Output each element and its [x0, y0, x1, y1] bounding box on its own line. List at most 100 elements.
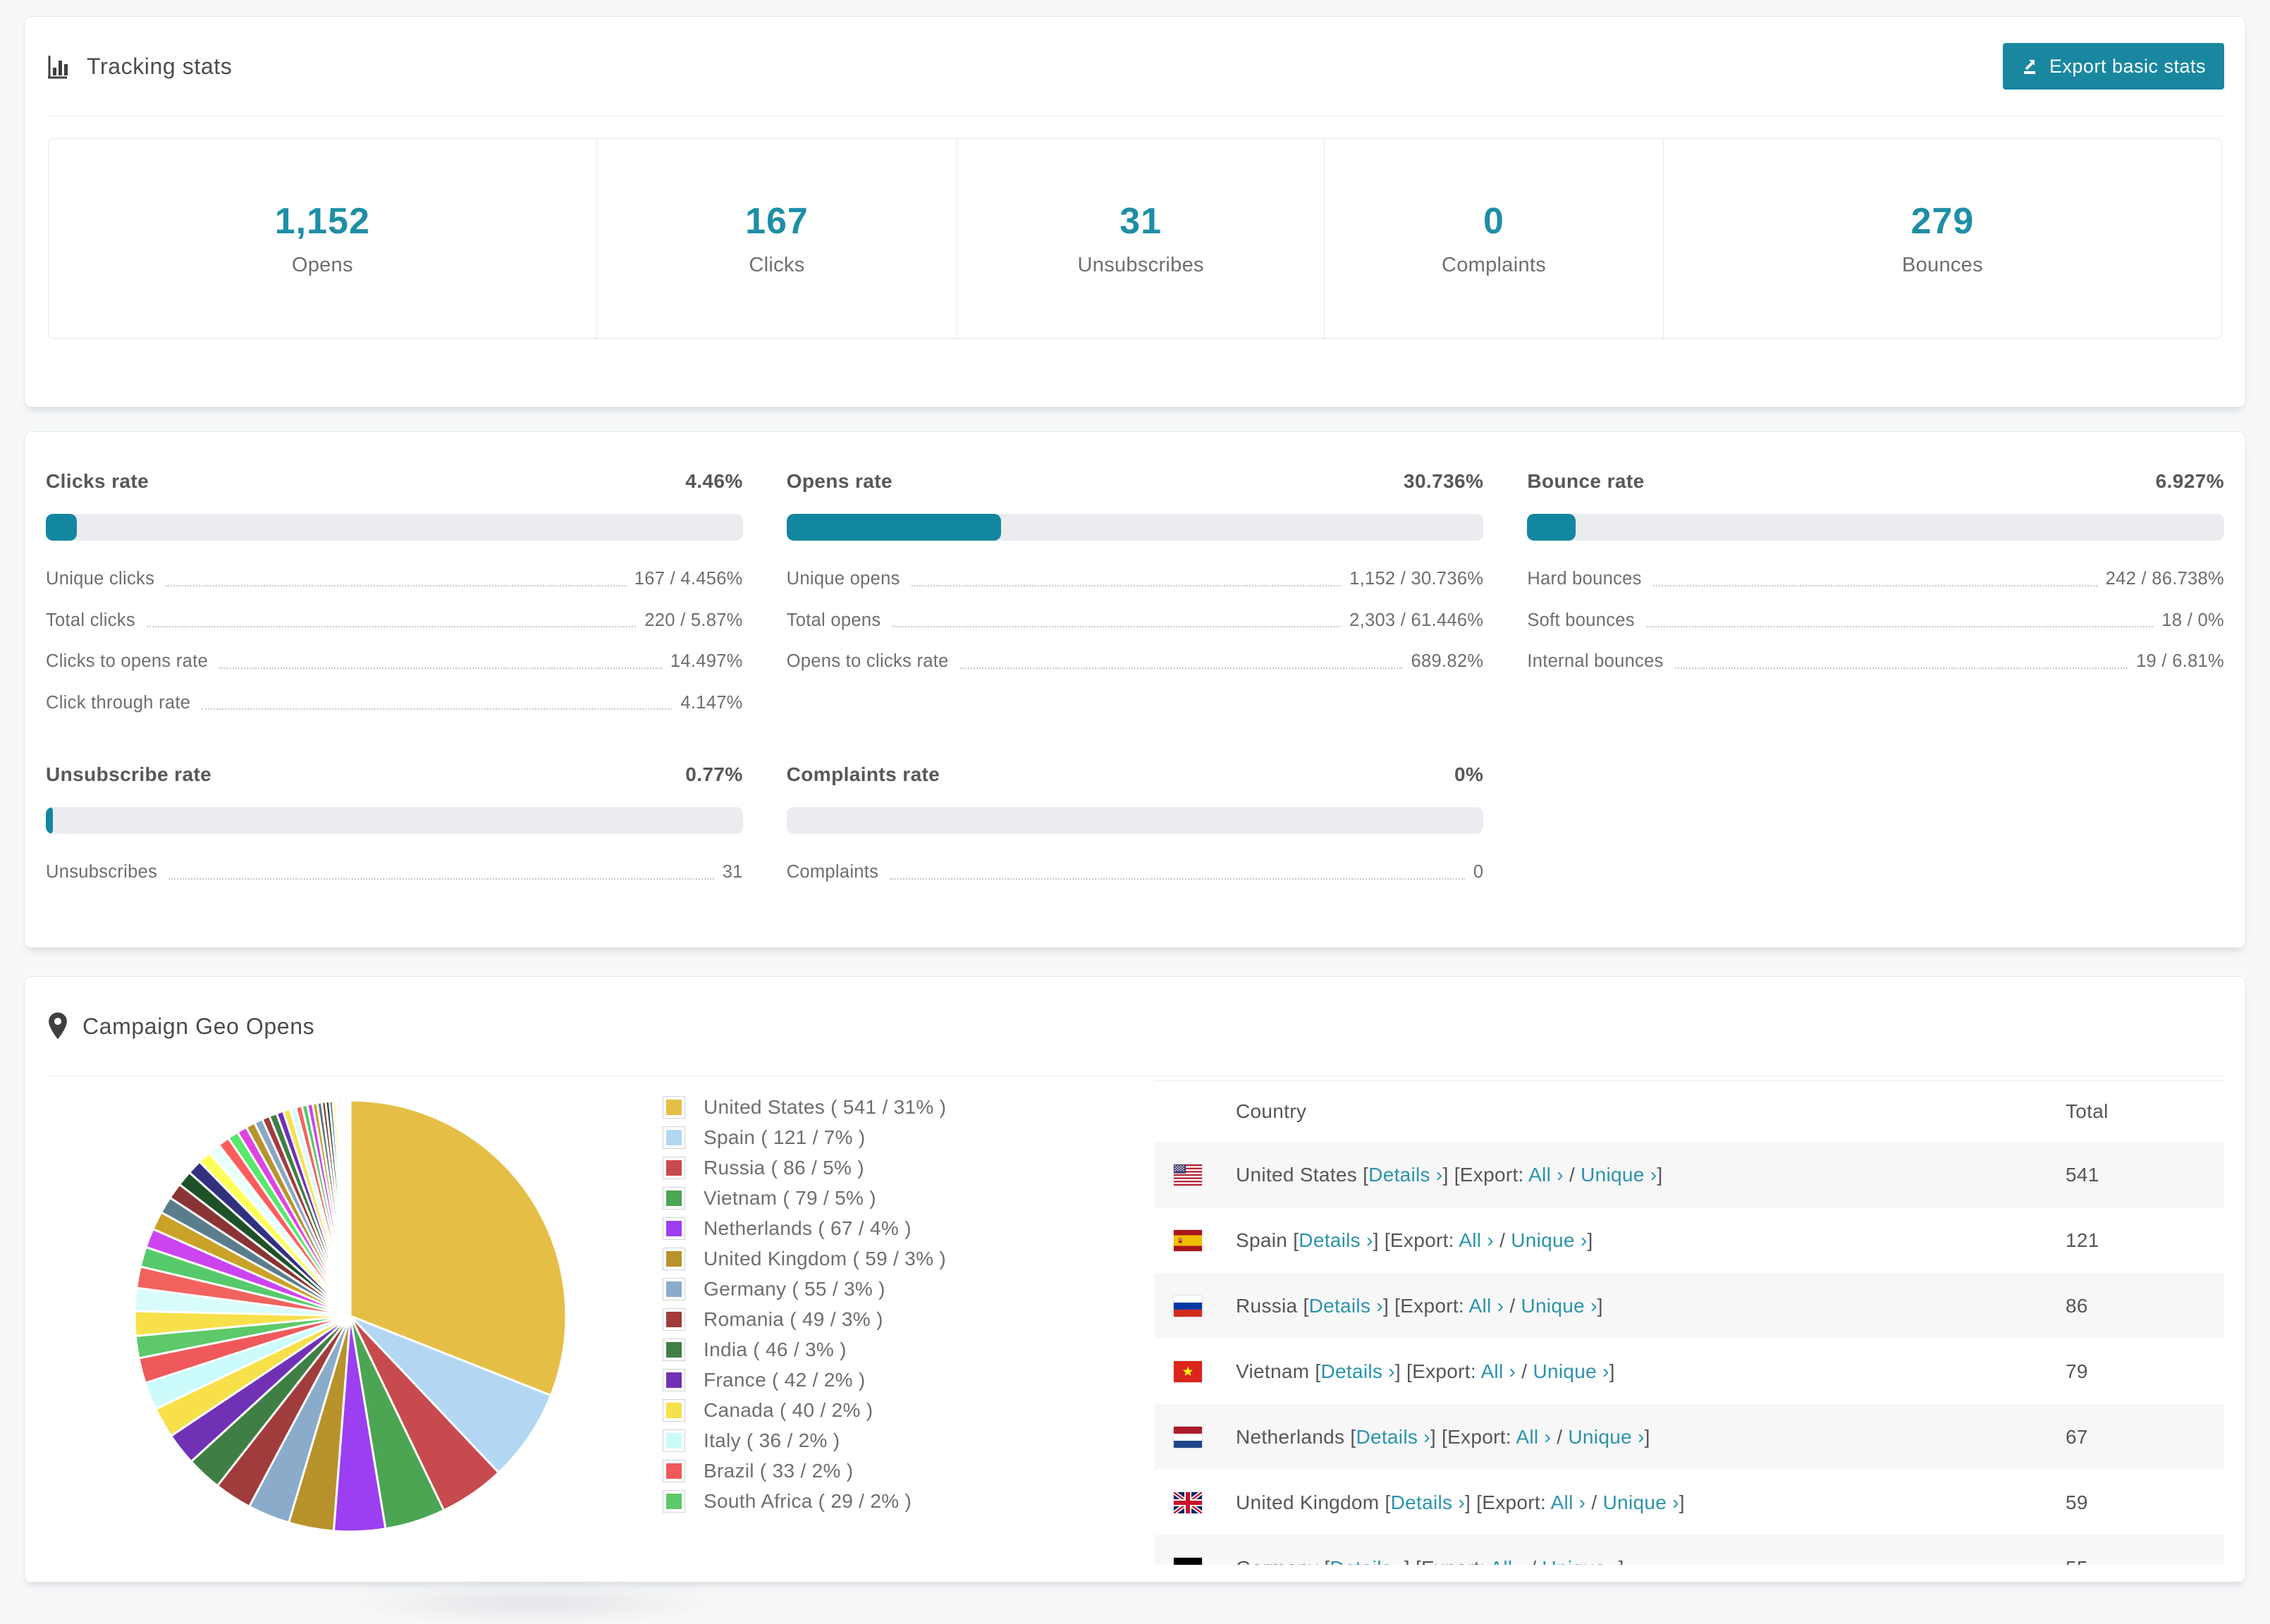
table-row-united-states: United States [Details ›] [Export: All ›…	[1154, 1142, 2224, 1207]
dotted-leader	[166, 584, 626, 586]
dotted-leader	[892, 626, 1342, 627]
stat-cell-opens: 1,152 Opens	[49, 139, 596, 338]
details-link[interactable]: Details ›	[1391, 1491, 1465, 1513]
rate-detail-label: Hard bounces	[1527, 569, 1642, 589]
geo-title: Campaign Geo Opens	[82, 1013, 315, 1039]
details-link[interactable]: Details ›	[1330, 1557, 1404, 1565]
bracket: [	[1363, 1163, 1369, 1186]
legend-item-united-states: United States ( 541 / 31% )	[663, 1096, 946, 1119]
bracket: ] [Export:	[1382, 1294, 1469, 1317]
rate-detail-label: Total clicks	[46, 610, 135, 630]
details-link[interactable]: Details ›	[1356, 1426, 1430, 1448]
rate-progress-track	[46, 514, 743, 541]
rate-value: 0%	[1454, 763, 1484, 785]
legend-color	[666, 1342, 682, 1358]
rate-detail-value: 0	[1473, 862, 1484, 882]
stat-value: 1,152	[274, 201, 370, 242]
rate-detail-row: Opens to clicks rate 689.82%	[786, 651, 1484, 671]
bracket: ] [Export:	[1442, 1163, 1529, 1186]
legend-swatch	[663, 1126, 685, 1149]
separator: /	[1525, 1557, 1542, 1565]
export-all-link[interactable]: All ›	[1528, 1164, 1564, 1186]
export-all-link[interactable]: All ›	[1459, 1229, 1494, 1251]
rate-detail-row: Hard bounces 242 / 86.738%	[1527, 570, 2224, 589]
legend-label: United States ( 541 / 31% )	[704, 1096, 947, 1118]
table-row-spain: Spain [Details ›] [Export: All › / Uniqu…	[1154, 1207, 2224, 1273]
table-row-united-kingdom: United Kingdom [Details ›] [Export: All …	[1154, 1470, 2224, 1535]
stat-label: Clicks	[749, 254, 805, 276]
rate-detail-rows: Unsubscribes 31	[46, 863, 743, 882]
rate-detail-label: Click through rate	[46, 692, 191, 713]
rate-head: Unsubscribe rate 0.77%	[46, 763, 743, 786]
dotted-leader	[168, 878, 714, 880]
rate-detail-value: 4.147%	[680, 692, 743, 713]
country-cell: United States [Details ›] [Export: All ›…	[1236, 1164, 1662, 1186]
export-basic-stats-button[interactable]: Export basic stats	[2002, 43, 2224, 90]
export-all-link[interactable]: All ›	[1551, 1491, 1586, 1513]
rates-card: Clicks rate 4.46% Unique clicks 167 / 4.456…	[24, 431, 2246, 948]
legend-label: Brazil ( 33 / 2% )	[704, 1460, 854, 1482]
rate-detail-label: Internal bounces	[1527, 651, 1664, 671]
export-unique-link[interactable]: Unique ›	[1533, 1360, 1609, 1382]
rate-progress-track	[1527, 514, 2224, 541]
export-unique-link[interactable]: Unique ›	[1568, 1426, 1644, 1448]
rate-detail-label: Opens to clicks rate	[786, 651, 949, 671]
flag-icon-de	[1174, 1557, 1202, 1565]
export-unique-link[interactable]: Unique ›	[1521, 1295, 1597, 1317]
export-unique-link[interactable]: Unique ›	[1542, 1557, 1618, 1565]
legend-item-germany: Germany ( 55 / 3% )	[663, 1278, 946, 1300]
details-link[interactable]: Details ›	[1368, 1164, 1442, 1186]
export-all-link[interactable]: All ›	[1480, 1360, 1516, 1382]
flag-icon-es	[1174, 1229, 1202, 1251]
table-row-vietnam: Vietnam [Details ›] [Export: All › / Uni…	[1154, 1339, 2224, 1404]
rate-detail-row: Click through rate 4.147%	[46, 694, 743, 713]
stat-label: Opens	[291, 254, 353, 276]
legend-item-united-kingdom: United Kingdom ( 59 / 3% )	[663, 1248, 946, 1270]
total-cell: 86	[2066, 1294, 2088, 1317]
country-name: Vietnam	[1236, 1360, 1315, 1382]
stat-cell-clicks: 167 Clicks	[596, 139, 957, 338]
export-all-link[interactable]: All ›	[1469, 1295, 1504, 1317]
stat-cell-complaints: 0 Complaints	[1324, 139, 1663, 338]
stat-label: Bounces	[1901, 254, 1983, 276]
legend-label: France ( 42 / 2% )	[704, 1369, 866, 1391]
legend-item-netherlands: Netherlands ( 67 / 4% )	[663, 1217, 946, 1240]
stat-label: Complaints	[1441, 254, 1547, 276]
legend-swatch	[663, 1217, 685, 1240]
country-name: Russia	[1236, 1294, 1303, 1317]
legend-color	[666, 1100, 682, 1115]
legend-item-romania: Romania ( 49 / 3% )	[663, 1308, 946, 1331]
geo-header: Campaign Geo Opens	[46, 977, 2224, 1076]
export-unique-link[interactable]: Unique ›	[1603, 1491, 1679, 1513]
export-all-link[interactable]: All ›	[1490, 1557, 1525, 1565]
rates-grid: Clicks rate 4.46% Unique clicks 167 / 4.456…	[25, 432, 2245, 905]
export-unique-link[interactable]: Unique ›	[1581, 1164, 1657, 1186]
legend-label: Russia ( 86 / 5% )	[704, 1157, 864, 1179]
export-unique-link[interactable]: Unique ›	[1511, 1229, 1587, 1251]
country-cell: United Kingdom [Details ›] [Export: All …	[1236, 1491, 1685, 1514]
details-link[interactable]: Details ›	[1299, 1229, 1373, 1251]
country-name: Netherlands	[1236, 1425, 1351, 1448]
rate-progress-track	[786, 807, 1484, 834]
bracket: ]	[1587, 1229, 1593, 1251]
details-link[interactable]: Details ›	[1309, 1295, 1383, 1317]
legend-item-brazil: Brazil ( 33 / 2% )	[663, 1460, 946, 1482]
legend-label: India ( 46 / 3% )	[704, 1339, 847, 1360]
details-link[interactable]: Details ›	[1320, 1360, 1394, 1382]
legend-label: United Kingdom ( 59 / 3% )	[704, 1248, 946, 1269]
rate-detail-row: Clicks to opens rate 14.497%	[46, 652, 743, 671]
flag-icon-vn	[1174, 1360, 1202, 1382]
bracket: ]	[1597, 1294, 1603, 1317]
table-row-germany: Germany [Details ›] [Export: All › / Uni…	[1154, 1535, 2224, 1565]
rate-detail-value: 220 / 5.87%	[644, 610, 743, 630]
summary-stats-row: 1,152 Opens 167 Clicks 31 Unsubscribes 0 Compla…	[48, 138, 2222, 339]
tracking-stats-header: Tracking stats Export basic stats	[46, 17, 2224, 116]
legend-item-russia: Russia ( 86 / 5% )	[663, 1157, 946, 1179]
separator: /	[1585, 1491, 1603, 1513]
rate-head: Clicks rate 4.46%	[46, 470, 743, 493]
legend-color	[666, 1494, 682, 1509]
export-all-link[interactable]: All ›	[1516, 1426, 1551, 1448]
rate-progress-fill	[46, 514, 78, 541]
rate-detail-row: Complaints 0	[787, 863, 1484, 882]
geo-content: United States ( 541 / 31% ) Spain ( 121 /…	[25, 1076, 2245, 1582]
